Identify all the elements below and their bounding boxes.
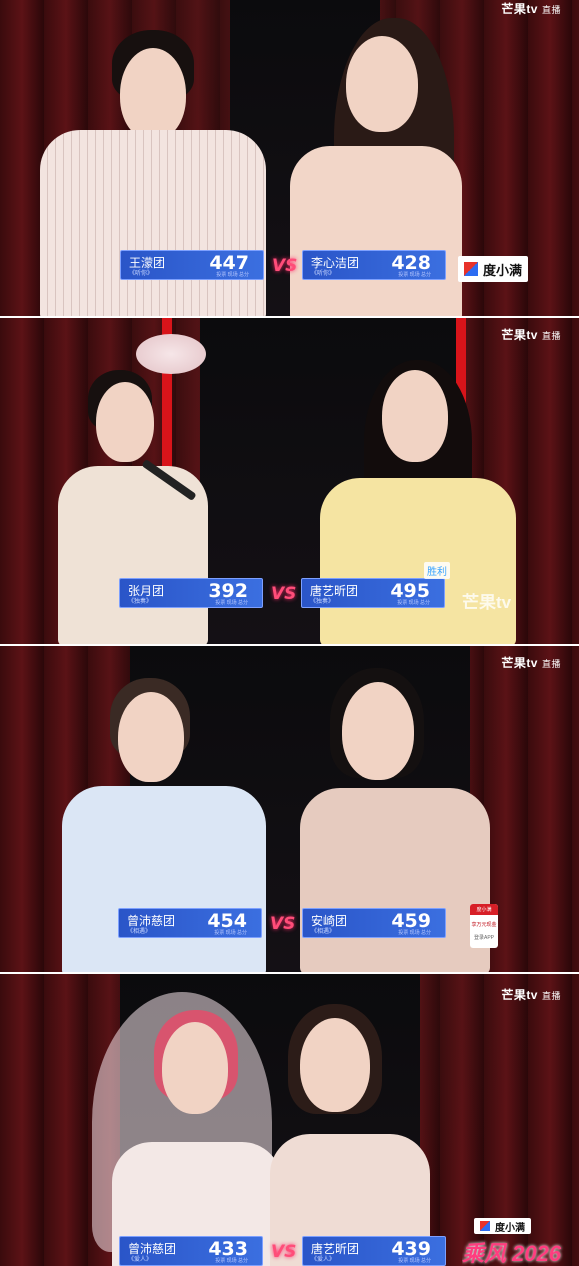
vs-badge: VS (271, 1242, 297, 1262)
vs-badge: VS (272, 256, 298, 276)
performer-left (72, 992, 282, 1266)
vs-badge: VS (270, 914, 296, 934)
broadcaster-logo: 芒果tv 直播 (501, 988, 561, 1002)
song-title: 《听你》 (311, 271, 336, 277)
score-bar-left: 曾沛慈团 《爱人》 433 投票 现场 总分 (119, 1236, 263, 1266)
song-title: 《爱人》 (311, 1257, 336, 1263)
sponsor-logo-icon (464, 262, 478, 276)
broadcaster-logo: 芒果tv 直播 (501, 328, 561, 342)
broadcaster-watermark: 芒果tv (462, 593, 512, 612)
feather-headpiece (136, 334, 206, 374)
song-title: 《相遇》 (127, 929, 152, 935)
winner-tag: 胜利 (424, 562, 450, 579)
performer-right (270, 1004, 430, 1266)
panel-2: 芒果tv 直播 张月团 《独奏》 392 投票 现场 总分 VS 唐艺昕团 《独奏… (0, 318, 579, 644)
song-title: 《爱人》 (128, 1257, 153, 1263)
score-bar-left: 张月团 《独奏》 392 投票 现场 总分 (119, 578, 263, 608)
score-breakdown: 投票 现场 总分 (398, 272, 431, 278)
score-breakdown: 投票 现场 总分 (214, 930, 247, 936)
sponsor-badge: 度小满 (458, 256, 529, 282)
sponsor-ad-card[interactable]: 度小满 享万元现金 登录APP (470, 904, 498, 948)
panel-1: 芒果tv 直播 王濛团 《听你》 447 投票 现场 总分 VS 李心洁团 《听你… (0, 0, 579, 316)
vs-badge: VS (271, 584, 297, 604)
score-breakdown: 投票 现场 总分 (215, 600, 248, 606)
broadcaster-logo: 芒果tv 直播 (501, 2, 561, 16)
panel-4: 芒果tv 直播 曾沛慈团 《爱人》 433 投票 现场 总分 VS 唐艺昕团 《爱… (0, 974, 579, 1266)
song-title: 《听你》 (129, 271, 154, 277)
score-breakdown: 投票 现场 总分 (398, 930, 431, 936)
score-breakdown: 投票 现场 总分 (397, 600, 430, 606)
score-bar-left: 曾沛慈团 《相遇》 454 投票 现场 总分 (118, 908, 262, 938)
score-bar-left: 王濛团 《听你》 447 投票 现场 总分 (120, 250, 264, 280)
ad-text: 享万元现金 (471, 922, 497, 928)
ad-brand: 度小满 (470, 904, 498, 915)
score-bar-right: 李心洁团 《听你》 428 投票 现场 总分 (302, 250, 446, 280)
score-bar-right: 安崎团 《相遇》 459 投票 现场 总分 (302, 908, 446, 938)
score-breakdown: 投票 现场 总分 (216, 272, 249, 278)
broadcaster-logo: 芒果tv 直播 (501, 656, 561, 670)
sponsor-badge: 度小满 (474, 1218, 531, 1234)
song-title: 《相遇》 (311, 929, 336, 935)
score-bar-right: 唐艺昕团 《爱人》 439 投票 现场 总分 (302, 1236, 446, 1266)
sponsor-logo-icon (480, 1221, 490, 1231)
panel-3: 芒果tv 直播 曾沛慈团 《相遇》 454 投票 现场 总分 VS 安崎团 《相遇… (0, 646, 579, 972)
song-title: 《独奏》 (310, 599, 335, 605)
song-title: 《独奏》 (128, 599, 153, 605)
show-logo: 乘风 2026 (462, 1241, 562, 1266)
ad-foot: 登录APP (473, 935, 494, 941)
score-breakdown: 投票 现场 总分 (215, 1258, 248, 1264)
score-bar-right: 唐艺昕团 《独奏》 495 投票 现场 总分 (301, 578, 445, 608)
score-breakdown: 投票 现场 总分 (398, 1258, 431, 1264)
